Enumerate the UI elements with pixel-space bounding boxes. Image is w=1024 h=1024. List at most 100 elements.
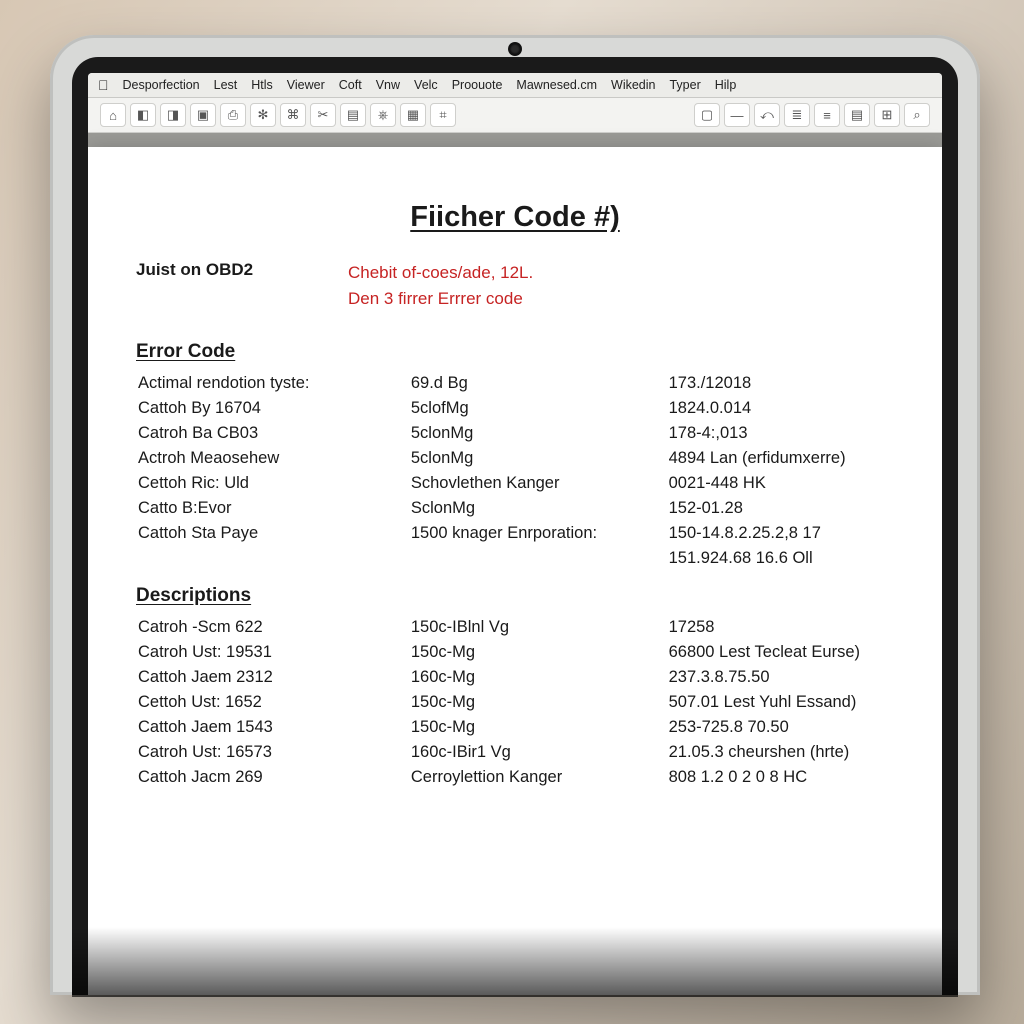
toolbar: ⌂◧◨▣⎙✻⌘✂▤⎈▦⌗ ▢—⤺≣≡▤⊞⌕ <box>88 98 942 133</box>
table-cell: Cettoh Ust: 1652 <box>136 690 409 715</box>
document-page: Fiicher Code #) Juist on OBD2 Chebit of-… <box>88 147 942 995</box>
page-title: Fiicher Code #) <box>136 201 894 234</box>
table-row: Cettoh Ric: UldSchovlethen Kanger0021-44… <box>136 471 894 496</box>
toolbar-button[interactable]: ◧ <box>130 103 156 127</box>
table-cell: Cattoh Jaem 1543 <box>136 715 409 740</box>
apple-menu-icon[interactable]:  <box>98 78 109 92</box>
table-cell: Cettoh Ric: Uld <box>136 471 409 496</box>
toolbar-button[interactable]: ⌂ <box>100 103 126 127</box>
table-row: Cattoh Jaem 2312160c-Mg237.3.8.75.50 <box>136 665 894 690</box>
webcam <box>510 44 520 54</box>
toolbar-button[interactable]: ⌘ <box>280 103 306 127</box>
table-cell: Catroh Ba CB03 <box>136 421 409 446</box>
table-cell: 4894 Lan (erfidumxerre) <box>667 446 894 471</box>
menu-item[interactable]: Velc <box>414 78 438 92</box>
toolbar-button[interactable]: ✂ <box>310 103 336 127</box>
table-cell: Cattoh Jaem 2312 <box>136 665 409 690</box>
table-cell: 173./12018 <box>667 371 894 396</box>
table-row: Actimal rendotion tyste:69.d Bg173./1201… <box>136 371 894 396</box>
toolbar-button[interactable]: ⊞ <box>874 103 900 127</box>
table-row: Catroh -Scm 622150c-IBlnl Vg17258 <box>136 615 894 640</box>
menu-item[interactable]: Typer <box>669 78 700 92</box>
section-error-code: Error Code <box>136 341 894 363</box>
toolbar-button[interactable]: ≣ <box>784 103 810 127</box>
table-row: Catroh Ba CB035clonMg178-4:,013 <box>136 421 894 446</box>
menubar:  Desporfection Lest Htls Viewer Coft Vnw Velc… <box>88 73 942 98</box>
menu-item[interactable]: Lest <box>214 78 238 92</box>
table-cell: Schovlethen Kanger <box>409 471 667 496</box>
menu-item[interactable]: Mawnesed.cm <box>516 78 597 92</box>
menu-item[interactable]: Htls <box>251 78 273 92</box>
table-cell: 160c-IBir1 Vg <box>409 740 667 765</box>
toolbar-button[interactable]: ✻ <box>250 103 276 127</box>
table-cell: 5clofMg <box>409 396 667 421</box>
toolbar-button[interactable]: ⌗ <box>430 103 456 127</box>
table-cell: Catroh Ust: 16573 <box>136 740 409 765</box>
table-row: Actroh Meaosehew5clonMg4894 Lan (erfidum… <box>136 446 894 471</box>
table-row: Cattoh Sta Paye1500 knager Enrporation:1… <box>136 521 894 546</box>
table-cell: 150c-Mg <box>409 690 667 715</box>
table-row: Catroh Ust: 19531150c-Mg66800 Lest Tecle… <box>136 640 894 665</box>
toolbar-button[interactable]: ▤ <box>340 103 366 127</box>
table-cell: Cerroylettion Kanger <box>409 765 667 790</box>
menu-item[interactable]: Proouote <box>452 78 503 92</box>
menu-item[interactable]: Wikedin <box>611 78 655 92</box>
table-cell: 66800 Lest Tecleat Eurse) <box>667 640 894 665</box>
table-cell: 253-725.8 70.50 <box>667 715 894 740</box>
table-cell: 178-4:,013 <box>667 421 894 446</box>
menu-item[interactable]: Desporfection <box>123 78 200 92</box>
table-cell: 5clonMg <box>409 421 667 446</box>
meta-red-line-1: Chebit of-coes/ade, 12L. <box>348 260 894 286</box>
table-cell: 150c-Mg <box>409 715 667 740</box>
toolbar-button[interactable]: ⌕ <box>904 103 930 127</box>
menu-item[interactable]: Vnw <box>376 78 400 92</box>
toolbar-button[interactable]: ▢ <box>694 103 720 127</box>
toolbar-button[interactable]: ⎙ <box>220 103 246 127</box>
toolbar-button[interactable]: ▤ <box>844 103 870 127</box>
table-cell: 152-01.28 <box>667 496 894 521</box>
error-code-table: Actimal rendotion tyste:69.d Bg173./1201… <box>136 371 894 571</box>
table-cell: 237.3.8.75.50 <box>667 665 894 690</box>
table-cell: 5clonMg <box>409 446 667 471</box>
table-cell: Cattoh By 16704 <box>136 396 409 421</box>
table-row: Cattoh By 167045clofMg1824.0.014 <box>136 396 894 421</box>
table-cell: 1824.0.014 <box>667 396 894 421</box>
table-row: Catto B:EvorSclonMg152-01.28 <box>136 496 894 521</box>
meta-label: Juist on OBD2 <box>136 260 326 311</box>
menu-item[interactable]: Coft <box>339 78 362 92</box>
table-cell: 160c-Mg <box>409 665 667 690</box>
table-cell: Catroh -Scm 622 <box>136 615 409 640</box>
table-cell: 17258 <box>667 615 894 640</box>
table-cell: Actroh Meaosehew <box>136 446 409 471</box>
table-cell: Cattoh Jacm 269 <box>136 765 409 790</box>
toolbar-button[interactable]: ⎈ <box>370 103 396 127</box>
laptop-frame:  Desporfection Lest Htls Viewer Coft Vnw Velc… <box>50 35 980 995</box>
table-cell: 150-14.8.2.25.2,8 17 <box>667 521 894 546</box>
meta-block: Juist on OBD2 Chebit of-coes/ade, 12L. D… <box>136 260 894 311</box>
table-cell: Catroh Ust: 19531 <box>136 640 409 665</box>
toolbar-button[interactable]: ▣ <box>190 103 216 127</box>
descriptions-table: Catroh -Scm 622150c-IBlnl Vg17258Catroh … <box>136 615 894 790</box>
table-cell: 150c-Mg <box>409 640 667 665</box>
table-row: Cettoh Ust: 1652150c-Mg507.01 Lest Yuhl … <box>136 690 894 715</box>
table-cell: Catto B:Evor <box>136 496 409 521</box>
keyboard-shadow <box>72 927 958 997</box>
table-cell <box>409 546 667 571</box>
toolbar-button[interactable]: ▦ <box>400 103 426 127</box>
table-cell: 151.924.68 16.6 Oll <box>667 546 894 571</box>
toolbar-button[interactable]: — <box>724 103 750 127</box>
table-cell: 1500 knager Enrporation: <box>409 521 667 546</box>
table-cell: Cattoh Sta Paye <box>136 521 409 546</box>
toolbar-button[interactable]: ⤺ <box>754 103 780 127</box>
table-row: Cattoh Jaem 1543150c-Mg253-725.8 70.50 <box>136 715 894 740</box>
table-cell: SclonMg <box>409 496 667 521</box>
table-cell: 507.01 Lest Yuhl Essand) <box>667 690 894 715</box>
meta-redlines: Chebit of-coes/ade, 12L. Den 3 firrer Er… <box>348 260 894 311</box>
table-row: 151.924.68 16.6 Oll <box>136 546 894 571</box>
screen-bezel:  Desporfection Lest Htls Viewer Coft Vnw Velc… <box>72 57 958 995</box>
menu-item[interactable]: Viewer <box>287 78 325 92</box>
toolbar-button[interactable]: ◨ <box>160 103 186 127</box>
table-cell: 21.05.3 cheurshen (hrte) <box>667 740 894 765</box>
toolbar-button[interactable]: ≡ <box>814 103 840 127</box>
menu-item[interactable]: Hilp <box>715 78 737 92</box>
